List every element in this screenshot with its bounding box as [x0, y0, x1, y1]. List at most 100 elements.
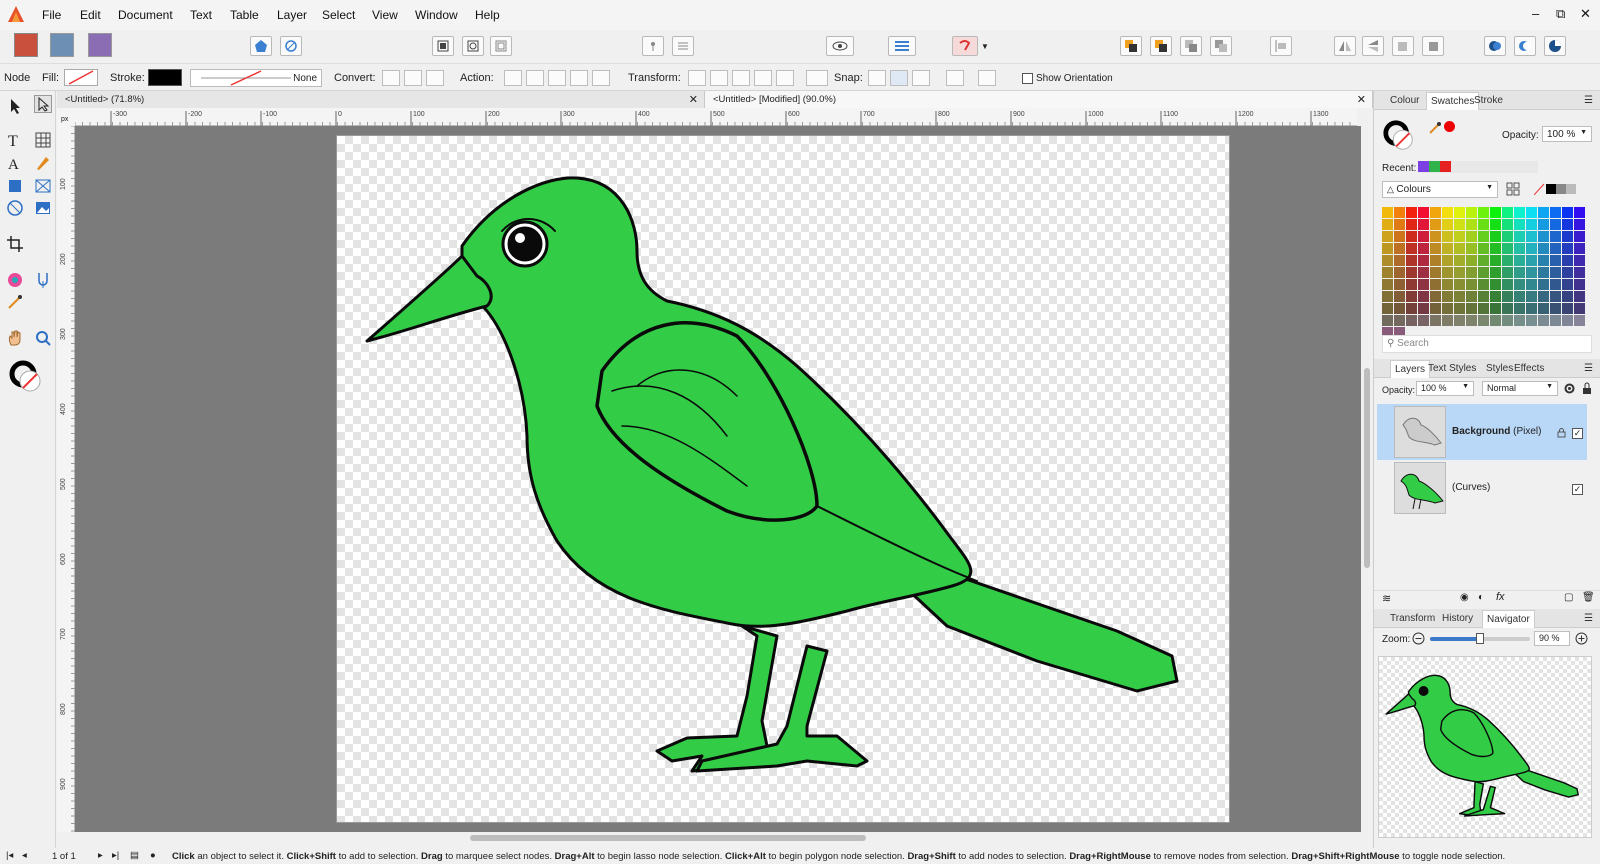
palette-swatch[interactable] — [1418, 279, 1429, 290]
palette-swatch[interactable] — [1502, 255, 1513, 266]
tab-history[interactable]: History — [1442, 613, 1473, 624]
palette-swatch[interactable] — [1478, 291, 1489, 302]
layer-visibility-checkbox[interactable]: ✓ — [1572, 484, 1583, 495]
tab-navigator[interactable]: Navigator — [1482, 610, 1535, 628]
palette-swatch[interactable] — [1430, 207, 1441, 218]
stroke-swatch[interactable] — [148, 69, 182, 86]
palette-swatch[interactable] — [1550, 255, 1561, 266]
palette-swatch[interactable] — [1466, 267, 1477, 278]
palette-swatch[interactable] — [1442, 291, 1453, 302]
snap-angle-icon[interactable] — [978, 70, 996, 86]
palette-swatch[interactable] — [1382, 255, 1393, 266]
palette-swatch[interactable] — [1562, 279, 1573, 290]
palette-swatch[interactable] — [1550, 207, 1561, 218]
transform-selection-icon[interactable] — [806, 70, 828, 86]
palette-swatch[interactable] — [1550, 279, 1561, 290]
palette-swatch[interactable] — [1514, 207, 1525, 218]
palette-swatch[interactable] — [1514, 303, 1525, 314]
palette-swatch[interactable] — [1418, 255, 1429, 266]
palette-swatch[interactable] — [1394, 279, 1405, 290]
zoom-tool-icon[interactable] — [34, 329, 52, 347]
palette-swatch[interactable] — [1406, 303, 1417, 314]
next-page-icon[interactable]: ▸ — [98, 850, 103, 861]
palette-swatch[interactable] — [1466, 231, 1477, 242]
break-curve-icon[interactable] — [504, 70, 522, 86]
palette-swatch[interactable] — [1502, 207, 1513, 218]
join-curves-icon[interactable] — [570, 70, 588, 86]
artistic-text-tool-icon[interactable]: T — [6, 131, 24, 149]
palette-swatch[interactable] — [1526, 207, 1537, 218]
palette-swatch[interactable] — [1418, 219, 1429, 230]
tab-styles[interactable]: Styles — [1486, 363, 1513, 374]
layer-lock-icon[interactable] — [1581, 382, 1593, 395]
palette-swatch[interactable] — [1562, 315, 1573, 326]
boolean-add-icon[interactable] — [1120, 36, 1142, 56]
fill-stroke-selector-icon[interactable] — [8, 359, 44, 395]
boolean-intersect-icon[interactable] — [1180, 36, 1202, 56]
horizontal-scrollbar[interactable] — [57, 832, 1361, 844]
boolean-combine-icon[interactable] — [1514, 36, 1536, 56]
transform-mode-icon[interactable] — [688, 70, 706, 86]
recent-color-swatch[interactable] — [1440, 161, 1451, 172]
close-tab-icon[interactable]: ✕ — [1357, 93, 1366, 106]
palette-swatch[interactable] — [1550, 303, 1561, 314]
palette-options-icon[interactable] — [1506, 182, 1520, 196]
palette-swatch[interactable] — [1538, 231, 1549, 242]
horizontal-scroll-thumb[interactable] — [470, 835, 866, 841]
palette-swatch[interactable] — [1382, 315, 1393, 326]
convert-smart-icon[interactable] — [426, 70, 444, 86]
palette-swatch[interactable] — [1478, 315, 1489, 326]
transparency-tool-icon[interactable] — [34, 271, 52, 289]
palette-swatch[interactable] — [1466, 207, 1477, 218]
palette-swatch[interactable] — [1442, 267, 1453, 278]
menu-item-view[interactable]: View — [372, 8, 398, 22]
panel-menu-icon[interactable]: ☰ — [1584, 95, 1593, 106]
arrange-middle-icon[interactable] — [462, 36, 484, 56]
palette-swatch[interactable] — [1574, 243, 1585, 254]
palette-swatch[interactable] — [1442, 279, 1453, 290]
palette-swatch[interactable] — [1478, 207, 1489, 218]
boolean-subtract-icon[interactable] — [1150, 36, 1172, 56]
palette-swatch[interactable] — [1454, 231, 1465, 242]
snap-nodes-icon[interactable] — [868, 70, 886, 86]
palette-swatch[interactable] — [1538, 291, 1549, 302]
panel-fill-stroke-icon[interactable] — [1382, 119, 1416, 153]
fill-swatch[interactable] — [64, 69, 98, 86]
designer-persona-icon[interactable] — [14, 33, 38, 57]
node-tool-icon[interactable] — [34, 95, 52, 113]
palette-swatch[interactable] — [1454, 207, 1465, 218]
palette-swatch[interactable] — [1502, 279, 1513, 290]
boolean-add-dark-icon[interactable] — [1484, 36, 1506, 56]
palette-swatch[interactable] — [1514, 243, 1525, 254]
palette-swatch[interactable] — [1454, 303, 1465, 314]
palette-swatch[interactable] — [1406, 219, 1417, 230]
boolean-xor-icon[interactable] — [1210, 36, 1232, 56]
palette-swatch[interactable] — [1490, 255, 1501, 266]
table-tool-icon[interactable] — [34, 131, 52, 149]
color-picker-tool-icon[interactable] — [6, 293, 24, 311]
palette-swatch[interactable] — [1394, 243, 1405, 254]
palette-swatch[interactable] — [1394, 231, 1405, 242]
palette-swatch[interactable] — [1466, 315, 1477, 326]
palette-swatch[interactable] — [1538, 267, 1549, 278]
palette-swatch[interactable] — [1538, 303, 1549, 314]
layer-locked-icon[interactable] — [1557, 428, 1566, 438]
palette-swatch[interactable] — [1382, 267, 1393, 278]
document-tab-2[interactable]: <Untitled> [Modified] (90.0%) ✕ — [705, 91, 1373, 108]
palette-swatch[interactable] — [1466, 291, 1477, 302]
tab-effects[interactable]: Effects — [1514, 363, 1544, 374]
palette-swatch[interactable] — [1454, 315, 1465, 326]
tab-transform[interactable]: Transform — [1390, 613, 1435, 624]
transform-scale-icon[interactable] — [732, 70, 750, 86]
palette-swatch[interactable] — [1562, 243, 1573, 254]
palette-swatch[interactable] — [1394, 207, 1405, 218]
palette-swatch[interactable] — [1430, 291, 1441, 302]
close-window-button[interactable]: ✕ — [1580, 6, 1591, 22]
palette-swatch[interactable] — [1490, 207, 1501, 218]
palette-swatch[interactable] — [1538, 207, 1549, 218]
palette-swatch[interactable] — [1538, 315, 1549, 326]
palette-swatch[interactable] — [1550, 231, 1561, 242]
palette-swatch[interactable] — [1562, 207, 1573, 218]
zoom-slider-handle[interactable] — [1476, 633, 1484, 644]
menu-item-layer[interactable]: Layer — [277, 8, 307, 22]
